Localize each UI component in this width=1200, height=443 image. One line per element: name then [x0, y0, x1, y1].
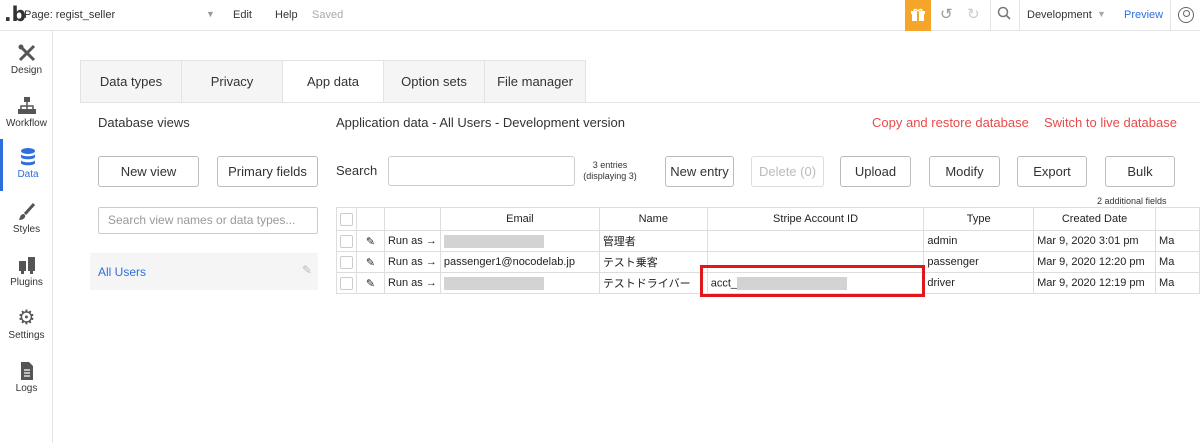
top-bar: .b Page: regist_seller ▼ Edit Help Saved… — [0, 0, 1200, 31]
tab-app-data[interactable]: App data — [283, 61, 384, 103]
search-label: Search — [336, 163, 378, 178]
divider — [80, 102, 1200, 103]
redo-icon[interactable]: ↻ — [967, 6, 980, 24]
export-button[interactable]: Export — [1017, 156, 1087, 187]
sidebar-item-styles[interactable]: Styles — [0, 194, 53, 246]
tab-data-types[interactable]: Data types — [81, 61, 182, 103]
design-icon — [17, 43, 37, 63]
entries-count: 3 entries (displaying 3) — [583, 160, 637, 181]
column-header-stripe[interactable]: Stripe Account ID — [706, 207, 925, 231]
data-tabs: Data types Privacy App data Option sets … — [80, 60, 586, 103]
sidebar-item-logs[interactable]: Logs — [0, 353, 53, 405]
additional-fields-note: 2 additional fields — [1097, 196, 1167, 206]
gift-icon[interactable] — [905, 0, 931, 31]
plug-icon — [17, 255, 37, 275]
delete-button[interactable]: Delete (0) — [751, 156, 824, 187]
tab-option-sets[interactable]: Option sets — [384, 61, 485, 103]
cell-stripe — [706, 251, 925, 273]
edit-menu[interactable]: Edit — [233, 9, 252, 21]
cell-email — [439, 272, 600, 294]
search-icon[interactable] — [997, 6, 1011, 25]
cell-name: テストドライバー — [598, 272, 708, 294]
cell-extra: Ma — [1155, 272, 1200, 294]
help-menu[interactable]: Help — [275, 9, 298, 21]
switch-live-link[interactable]: Switch to live database — [1044, 115, 1177, 130]
run-as-button[interactable]: Run as → — [383, 251, 441, 273]
page-title: Application data - All Users - Developme… — [336, 115, 626, 130]
undo-icon[interactable]: ↺ — [940, 6, 953, 24]
view-item-all-users[interactable]: All Users ✎ — [90, 253, 318, 290]
cell-extra: Ma — [1155, 251, 1200, 273]
environment-selector[interactable]: Development — [1027, 9, 1092, 21]
workflow-icon — [17, 96, 37, 116]
primary-fields-button[interactable]: Primary fields — [217, 156, 318, 187]
tab-privacy[interactable]: Privacy — [182, 61, 283, 103]
column-header-type[interactable]: Type — [923, 207, 1035, 231]
select-all-checkbox[interactable] — [340, 212, 353, 226]
sidebar-item-settings[interactable]: ⚙ Settings — [0, 300, 53, 352]
chevron-down-icon[interactable]: ▼ — [1097, 9, 1106, 19]
column-header-email[interactable]: Email — [439, 207, 600, 231]
select-all-cell[interactable] — [336, 207, 357, 231]
cell-created: Mar 9, 2020 12:19 pm — [1033, 272, 1157, 294]
table-header: Email Name Stripe Account ID Type Create… — [336, 207, 1200, 231]
run-as-button[interactable]: Run as → — [383, 272, 441, 294]
new-entry-button[interactable]: New entry — [665, 156, 734, 187]
row-checkbox[interactable] — [340, 234, 353, 248]
data-table: Email Name Stripe Account ID Type Create… — [336, 207, 1200, 294]
pencil-icon[interactable]: ✎ — [356, 230, 385, 252]
chevron-down-icon[interactable]: ▼ — [206, 9, 215, 19]
cell-name: 管理者 — [598, 230, 708, 252]
document-icon — [17, 361, 37, 381]
cell-name: テスト乗客 — [598, 251, 708, 273]
database-icon — [18, 147, 38, 167]
cell-email: passenger1@nocodelab.jp — [439, 251, 600, 273]
cell-created: Mar 9, 2020 12:20 pm — [1033, 251, 1157, 273]
sidebar-item-data[interactable]: Data — [0, 139, 53, 191]
pencil-icon[interactable]: ✎ — [302, 263, 312, 277]
table-row[interactable]: ✎ Run as → 管理者 admin Mar 9, 2020 3:01 pm… — [336, 230, 1200, 252]
sidebar-item-design[interactable]: Design — [0, 35, 53, 87]
save-status: Saved — [312, 9, 344, 21]
bubble-logo[interactable]: .b — [4, 4, 26, 24]
cell-extra: Ma — [1155, 230, 1200, 252]
sidebar-item-plugins[interactable]: Plugins — [0, 247, 53, 299]
upload-button[interactable]: Upload — [840, 156, 911, 187]
table-row[interactable]: ✎ Run as → passenger1@nocodelab.jp テスト乗客… — [336, 251, 1200, 273]
preview-link[interactable]: Preview — [1124, 9, 1163, 21]
cell-type: admin — [923, 230, 1035, 252]
view-label: All Users — [98, 265, 147, 279]
column-header-name[interactable]: Name — [598, 207, 708, 231]
cell-stripe: acct_ — [706, 272, 925, 294]
tab-file-manager[interactable]: File manager — [485, 61, 586, 103]
page-selector[interactable]: Page: regist_seller — [24, 9, 115, 21]
pencil-icon[interactable]: ✎ — [356, 272, 385, 294]
column-header-created[interactable]: Created Date — [1033, 207, 1157, 231]
user-icon[interactable] — [1178, 7, 1194, 23]
copy-restore-link[interactable]: Copy and restore database — [872, 115, 1029, 130]
cell-type: passenger — [923, 251, 1035, 273]
modify-button[interactable]: Modify — [929, 156, 1000, 187]
cell-type: driver — [923, 272, 1035, 294]
table-row[interactable]: ✎ Run as → テストドライバー acct_ driver Mar 9, … — [336, 272, 1200, 294]
pencil-icon[interactable]: ✎ — [356, 251, 385, 273]
cell-created: Mar 9, 2020 3:01 pm — [1033, 230, 1157, 252]
redacted-block — [737, 276, 848, 290]
row-checkbox[interactable] — [340, 255, 353, 269]
search-views-input[interactable]: Search view names or data types... — [98, 207, 318, 234]
brush-icon — [17, 202, 37, 222]
row-checkbox[interactable] — [340, 276, 353, 290]
sidebar-item-workflow[interactable]: Workflow — [0, 88, 53, 140]
redacted-block — [443, 276, 544, 290]
cell-email — [439, 230, 600, 252]
redacted-block — [443, 234, 544, 248]
gear-icon: ⚙ — [17, 307, 36, 329]
search-input[interactable] — [388, 156, 575, 186]
run-as-button[interactable]: Run as → — [383, 230, 441, 252]
bulk-button[interactable]: Bulk — [1105, 156, 1175, 187]
database-views-title: Database views — [98, 115, 190, 130]
new-view-button[interactable]: New view — [98, 156, 199, 187]
sidebar: Design Workflow Data Styles Plugins ⚙ Se… — [0, 31, 53, 443]
cell-stripe — [706, 230, 925, 252]
